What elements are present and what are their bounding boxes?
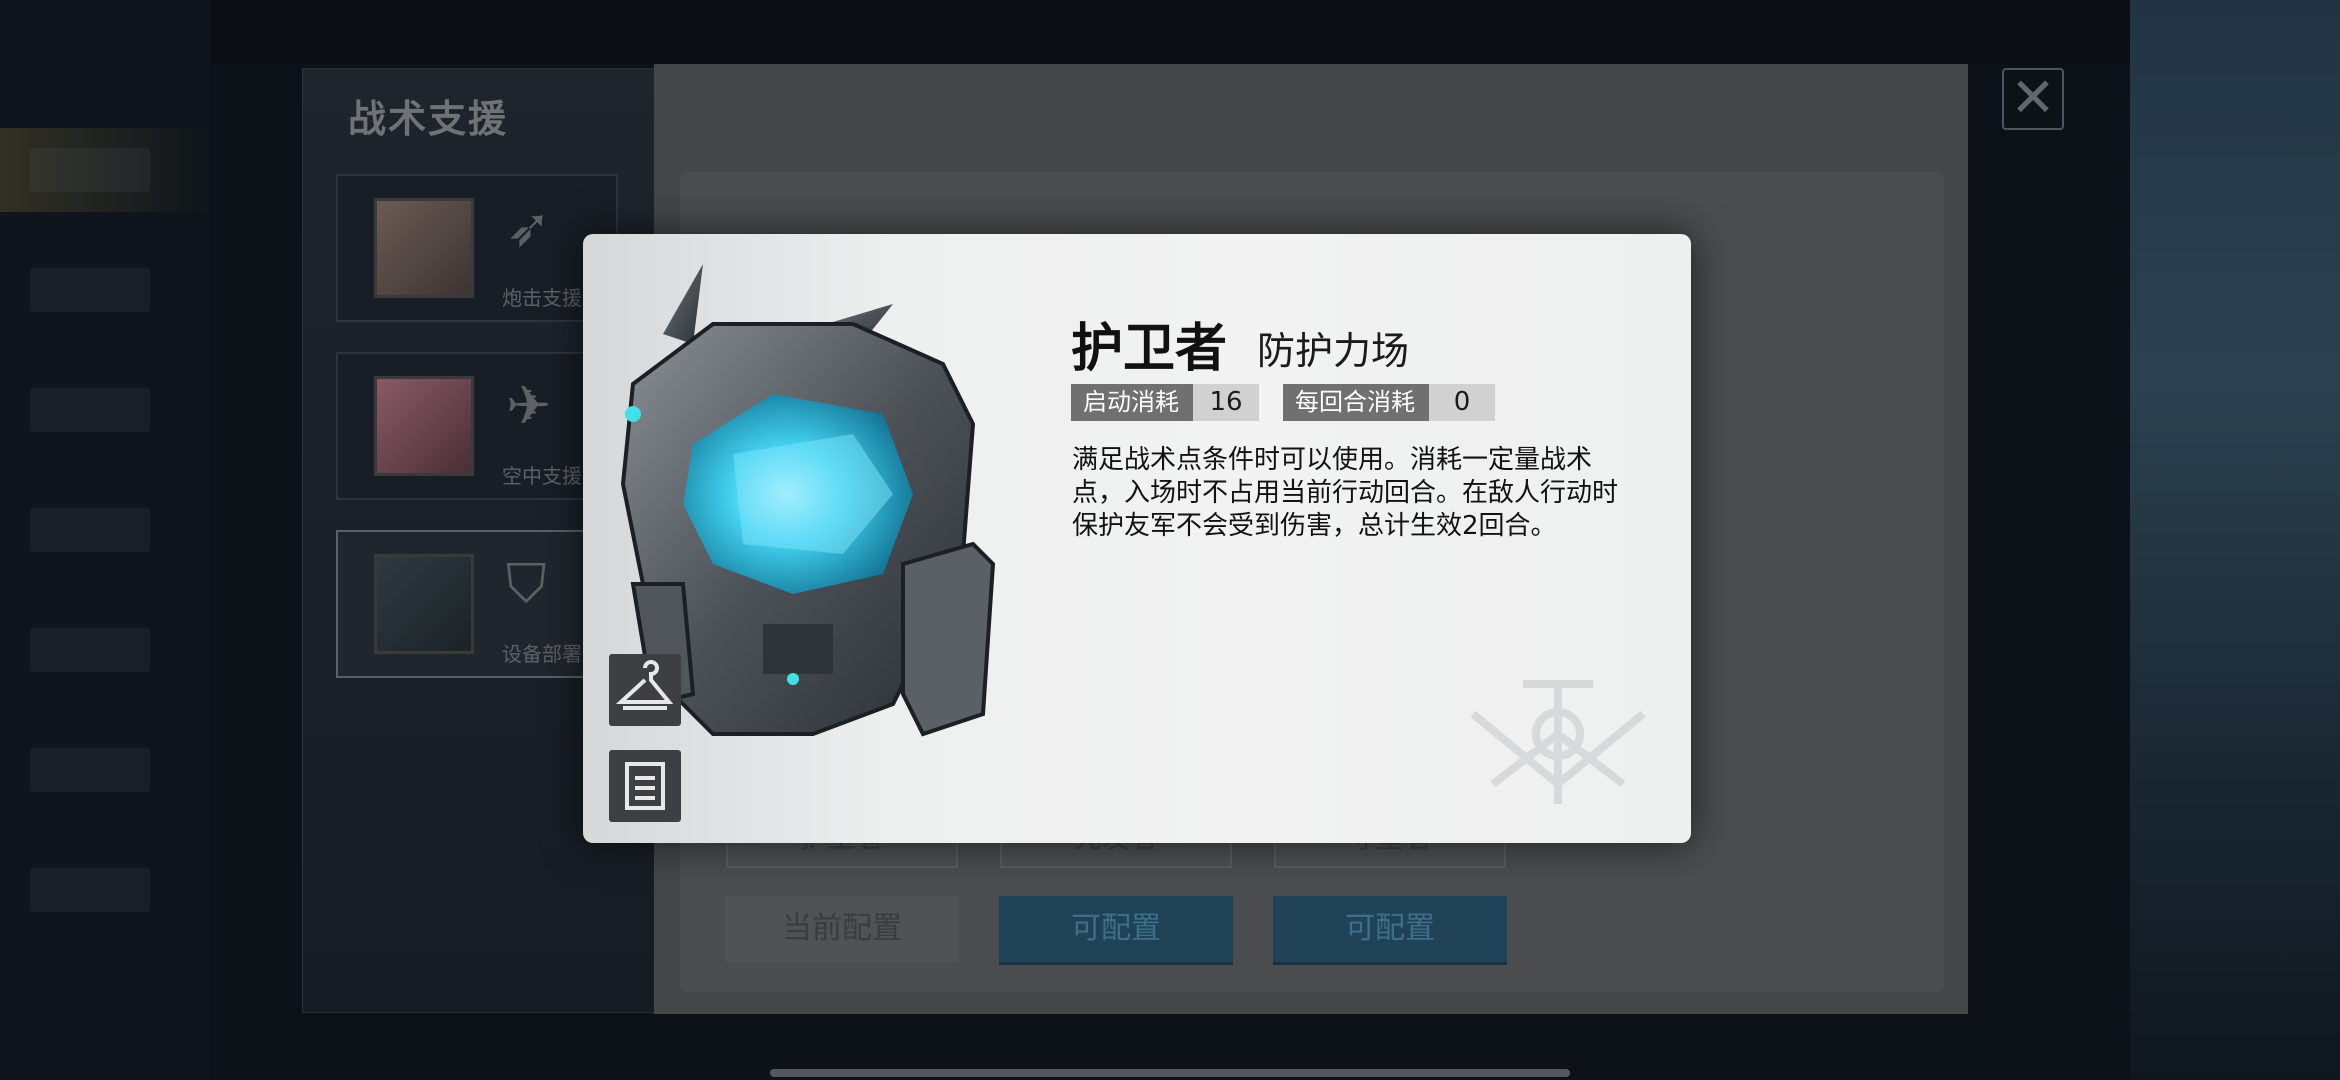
start-cost-pill: 启动消耗 16 <box>1071 384 1259 421</box>
left-nav-item[interactable] <box>30 268 150 312</box>
left-nav-item[interactable] <box>30 868 150 912</box>
left-nav-item[interactable] <box>30 388 150 432</box>
character-portrait <box>374 198 474 298</box>
appearance-button[interactable] <box>609 654 681 726</box>
support-card-bombard[interactable]: ➶ 炮击支援 <box>336 174 618 322</box>
missile-icon: ➶ <box>506 196 552 259</box>
support-card-label: 炮击支援 <box>502 286 582 310</box>
item-detail-modal: 护卫者 防护力场 启动消耗 16 每回合消耗 0 满足战术点条件时可以使用。消耗… <box>583 234 1691 843</box>
right-scenery <box>2130 0 2340 1080</box>
faction-emblem <box>1470 680 1646 804</box>
item-type: 防护力场 <box>1257 329 1410 373</box>
support-card-device[interactable]: ⛉ 设备部署 <box>336 530 618 678</box>
turn-cost-pill: 每回合消耗 0 <box>1283 384 1495 421</box>
bottom-scroll-indicator <box>770 1069 1570 1077</box>
close-button[interactable]: ✕ <box>2002 68 2064 130</box>
character-portrait <box>374 376 474 476</box>
tactical-support-title: 战术支援 <box>348 97 509 141</box>
start-cost-value: 16 <box>1193 384 1259 421</box>
item-name: 护卫者 <box>1071 318 1228 379</box>
left-nav-item[interactable] <box>30 148 150 192</box>
support-card-air[interactable]: ✈ 空中支援 <box>336 352 618 500</box>
close-icon: ✕ <box>2010 66 2056 129</box>
configurable-button[interactable]: 可配置 <box>999 896 1233 962</box>
document-icon <box>625 762 665 810</box>
hanger-icon <box>615 660 674 710</box>
deploy-icon: ⛉ <box>506 552 547 615</box>
current-config-button[interactable]: 当前配置 <box>725 896 959 962</box>
left-nav-item[interactable] <box>30 508 150 552</box>
left-nav-item[interactable] <box>30 628 150 672</box>
turn-cost-value: 0 <box>1429 384 1495 421</box>
support-card-label: 设备部署 <box>502 642 582 666</box>
support-card-label: 空中支援 <box>502 464 582 488</box>
info-button[interactable] <box>609 750 681 822</box>
device-portrait <box>374 554 474 654</box>
left-nav-item[interactable] <box>30 748 150 792</box>
turn-cost-label: 每回合消耗 <box>1283 384 1429 421</box>
item-description: 满足战术点条件时可以使用。消耗一定量战术点，入场时不占用当前行动回合。在敌人行动… <box>1072 445 1619 541</box>
drone-icon: ✈ <box>506 374 552 437</box>
start-cost-label: 启动消耗 <box>1071 384 1193 421</box>
top-resource-bar <box>210 0 2130 64</box>
configurable-button[interactable]: 可配置 <box>1273 896 1507 962</box>
